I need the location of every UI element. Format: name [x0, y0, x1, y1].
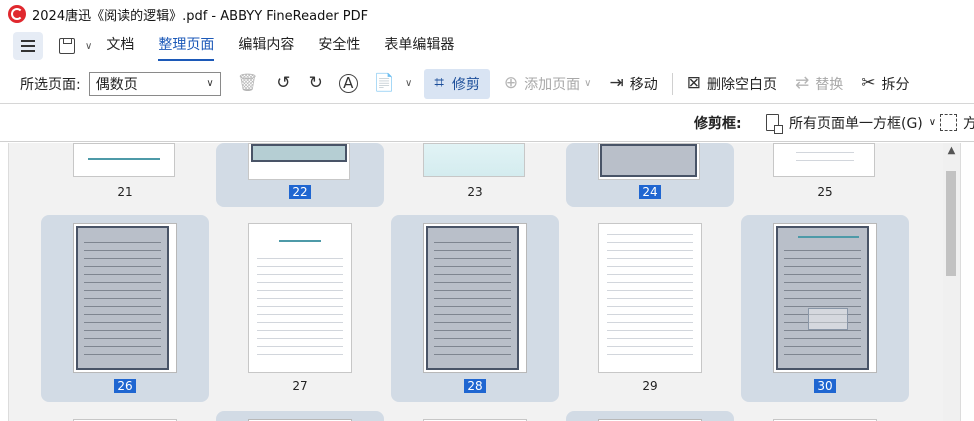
crop-icon: ⌗ [434, 73, 444, 93]
page-thumbnail [248, 223, 352, 373]
tab-form-editor[interactable]: 表单编辑器 [384, 28, 454, 64]
add-page-button[interactable]: ⊕ 添加页面 ∨ [504, 69, 592, 99]
replace-button[interactable]: ⇄ 替换 [795, 69, 843, 99]
rotate-left-icon: ↺ [276, 73, 291, 93]
page-thumbnail [598, 143, 700, 180]
move-label: 移动 [629, 76, 658, 93]
delete-blank-icon: ⊠ [686, 73, 701, 93]
chevron-down-icon: ∨ [404, 78, 413, 89]
select-pages-label: 所选页面: [20, 76, 81, 93]
page-number: 28 [391, 379, 559, 393]
delete-blank-label: 删除空白页 [706, 76, 777, 93]
add-page-label: 添加页面 [524, 76, 581, 93]
page-thumbnail [423, 223, 527, 373]
page-number: 22 [216, 185, 384, 199]
page-selection-value: 偶数页 [95, 76, 138, 93]
page-tile-29[interactable] [566, 215, 734, 402]
crop-options-bar: 修剪框: 所有页面单一方框(G) ∨ 方 [0, 104, 974, 142]
delete-blank-pages-button[interactable]: ⊠ 删除空白页 [687, 69, 777, 99]
page-tile-28[interactable] [391, 215, 559, 402]
save-dropdown-icon[interactable]: ∨ [85, 41, 92, 52]
crop-button[interactable]: ⌗ 修剪 [424, 68, 490, 99]
page-thumbnail [423, 143, 525, 177]
crop-frame-icon [766, 114, 783, 134]
page-thumbnail [248, 143, 350, 180]
replace-icon: ⇄ [794, 73, 810, 93]
page-settings-button[interactable]: 📄 ∨ [374, 69, 413, 99]
page-number: 30 [741, 379, 909, 393]
delete-page-button[interactable]: 🗑 [237, 69, 259, 99]
page-tile[interactable] [391, 411, 559, 421]
replace-label: 替换 [815, 76, 844, 93]
add-page-icon: ⊕ [503, 73, 519, 93]
page-number: 23 [467, 185, 483, 199]
crop-frame-mode-dropdown[interactable]: 所有页面单一方框(G) ∨ [766, 113, 937, 134]
page-thumbnail [73, 223, 177, 373]
app-logo-icon [8, 5, 26, 23]
title-bar: 2024唐迅《阅读的逻辑》.pdf - ABBYY FineReader PDF [0, 0, 974, 28]
page-number: 24 [566, 185, 734, 199]
page-tile[interactable] [216, 411, 384, 421]
page-thumbnail [773, 143, 875, 177]
delete-icon: 🗑 [236, 73, 259, 93]
recognize-button[interactable]: A [338, 69, 358, 99]
chevron-down-icon: ∨ [584, 78, 592, 89]
page-tile-30[interactable] [741, 215, 909, 402]
menu-bar: ∨ 文档 整理页面 编辑内容 安全性 表单编辑器 [0, 28, 974, 64]
page-tile[interactable] [741, 411, 909, 421]
split-label: 拆分 [881, 76, 910, 93]
tab-document[interactable]: 文档 [106, 28, 134, 64]
page-tile-27[interactable] [216, 215, 384, 402]
page-number: 27 [292, 379, 308, 393]
page-tile-26[interactable] [41, 215, 209, 402]
page-toolbar: 所选页面: 偶数页 ∨ 🗑 ↺ ↻ A 📄 ∨ ⌗ 修剪 ⊕ 添加页面 ∨ ⇥ … [0, 64, 974, 104]
page-thumbnail [73, 143, 175, 177]
split-button[interactable]: ✂ 拆分 [861, 69, 909, 99]
chevron-down-icon: ∨ [928, 117, 937, 128]
right-panel-edge [960, 143, 974, 421]
page-thumbnail-grid: 21 22 23 24 25 26 27 28 29 30 ▲ [0, 143, 974, 421]
tab-security[interactable]: 安全性 [318, 28, 360, 64]
page-thumbnail [773, 223, 877, 373]
crop-label: 修剪 [451, 76, 480, 93]
move-button[interactable]: ⇥ 移动 [609, 69, 657, 99]
crop-frame-per-page-option[interactable]: 方 [940, 113, 974, 133]
rotate-right-button[interactable]: ↻ [309, 69, 323, 99]
page-tile[interactable] [566, 411, 734, 421]
left-panel-edge [0, 143, 9, 421]
page-number: 26 [41, 379, 209, 393]
crop-square-icon [940, 114, 957, 131]
menu-icon[interactable] [13, 32, 43, 60]
rotate-left-button[interactable]: ↺ [276, 69, 290, 99]
page-number: 29 [642, 379, 658, 393]
page-tile[interactable] [41, 411, 209, 421]
chevron-down-icon: ∨ [206, 78, 214, 89]
rotate-right-icon: ↻ [308, 73, 323, 93]
crop-frame-label: 修剪框: [694, 115, 742, 132]
page-settings-icon: 📄 [373, 73, 395, 93]
tab-edit-content[interactable]: 编辑内容 [238, 28, 294, 64]
page-thumbnail [598, 223, 702, 373]
tab-organize-pages[interactable]: 整理页面 [158, 28, 215, 64]
crop-frame-mode: 所有页面单一方框(G) [789, 115, 923, 132]
page-selection-dropdown[interactable]: 偶数页 ∨ [88, 71, 221, 96]
save-icon[interactable] [59, 38, 75, 54]
toolbar-divider [671, 72, 673, 95]
split-icon: ✂ [861, 73, 876, 93]
window-title: 2024唐迅《阅读的逻辑》.pdf - ABBYY FineReader PDF [32, 8, 369, 24]
crop-frame-option-text: 方 [963, 115, 974, 132]
scroll-up-icon[interactable]: ▲ [943, 145, 960, 159]
page-number: 21 [117, 185, 133, 199]
move-icon: ⇥ [609, 73, 624, 93]
page-number: 25 [817, 185, 833, 199]
scrollbar-thumb[interactable] [946, 171, 956, 276]
recognize-icon: A [338, 74, 358, 93]
